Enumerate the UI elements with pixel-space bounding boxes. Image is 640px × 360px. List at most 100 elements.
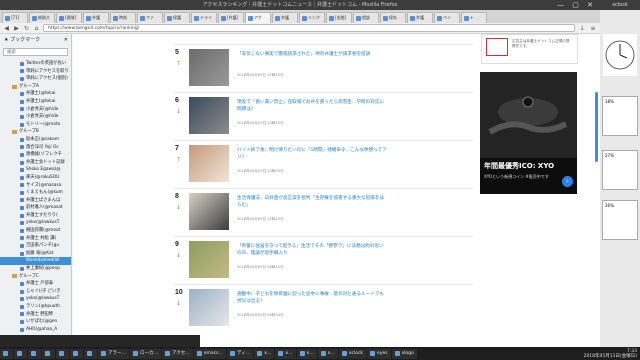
ranking-item[interactable]: 9 ↓ 「県警に住居を守って起きる」生活でその「野原ラ」に法務は約の思いの声、理論が… bbox=[173, 236, 473, 284]
article-title-link[interactable]: 通勤中、子どもを保育園に迎った途中に事故…意の対と通るルートでも労災は出る? bbox=[237, 291, 387, 305]
taskbar-button[interactable]: x… bbox=[317, 348, 338, 359]
bookmark-item[interactable]: 唐橋綾(ゾフレクチ bbox=[0, 151, 71, 159]
menu-icon[interactable]: ≡ bbox=[589, 25, 597, 32]
bookmark-item[interactable]: サイズ(@masasa bbox=[0, 182, 71, 190]
bookmark-item[interactable]: 小倉秀夫(@hide bbox=[0, 113, 71, 121]
back-icon[interactable]: ◀ bbox=[3, 25, 10, 32]
browser-tab[interactable]: 弁護 bbox=[83, 12, 109, 23]
sidebar-close-icon[interactable]: ✕ bbox=[64, 34, 68, 46]
bookmark-item[interactable]: Washdashed(W bbox=[0, 257, 71, 266]
bookmark-item[interactable]: 単純にアクセスを取り bbox=[0, 68, 71, 76]
bookmark-item[interactable]: じゃぐ(/子 どいき bbox=[0, 288, 71, 296]
bookmark-item[interactable]: 桐田弥壽(@moot bbox=[0, 227, 71, 235]
bookmark-item[interactable]: yoko(@lawkusT bbox=[0, 219, 71, 227]
browser-tab[interactable]: 保存 bbox=[380, 12, 406, 23]
taskbar-button[interactable]: アクセ… bbox=[162, 348, 193, 359]
taskbar-button[interactable] bbox=[84, 348, 97, 359]
article-thumbnail[interactable] bbox=[189, 289, 229, 326]
browser-tab[interactable]: 弁護 bbox=[407, 12, 433, 23]
browser-tab[interactable]: リンク bbox=[299, 12, 325, 23]
taskbar-button[interactable]: ローカ… bbox=[130, 348, 161, 359]
ranking-item[interactable]: 8 ↓ 生活保護法、日弁連が反正案を批判「生存権を侵害する重大な危険をはらむ」 201… bbox=[173, 188, 473, 236]
bookmark-folder[interactable]: グループA bbox=[0, 83, 71, 91]
taskbar-button[interactable]: xclock bbox=[338, 348, 367, 359]
page-scrollbar[interactable] bbox=[595, 92, 598, 162]
browser-tab[interactable]: 弁護 bbox=[272, 12, 298, 23]
browser-tab[interactable]: 総務大 bbox=[29, 12, 55, 23]
article-title-link[interactable]: 「非伝しない事実で懲戒請求された」神奈弁護士が請求者を提訴 bbox=[237, 51, 387, 58]
article-title-link[interactable]: バイト終了後、明け帰りたいのに「1時間」待機命令…こんな休憩ってアリ? bbox=[237, 147, 387, 161]
ranking-item[interactable]: 7 ↑ バイト終了後、明け帰りたいのに「1時間」待機命令…こんな休憩ってアリ? 201… bbox=[173, 140, 473, 188]
article-thumbnail[interactable] bbox=[189, 193, 229, 230]
browser-tab[interactable]: [保険] bbox=[56, 12, 82, 23]
bookmark-item[interactable]: Shoko Egawa(@ bbox=[0, 166, 71, 174]
bookmark-item[interactable]: 落合洋司 Yoji Oc bbox=[0, 144, 71, 152]
bookmark-item[interactable]: モトリー(@moto bbox=[0, 121, 71, 129]
browser-tab[interactable]: アク bbox=[245, 12, 271, 23]
bookmark-item[interactable]: 弁護士すだりり( bbox=[0, 212, 71, 220]
taskbar-button[interactable] bbox=[42, 348, 55, 359]
browser-tab[interactable]: ベン bbox=[434, 12, 460, 23]
bookmark-item[interactable]: 弁護士 野田隼 bbox=[0, 311, 71, 319]
browser-tab[interactable]: + bbox=[461, 12, 487, 23]
taskbar-button[interactable]: xlogo bbox=[391, 348, 417, 359]
bookmark-item[interactable]: 弁護士会ドット記録 bbox=[0, 159, 71, 167]
home-icon[interactable]: ⌂ bbox=[33, 25, 40, 32]
taskbar-button[interactable] bbox=[56, 348, 69, 359]
taskbar-button[interactable]: x… bbox=[254, 348, 275, 359]
ad-go-button[interactable]: › bbox=[562, 176, 573, 187]
url-bar[interactable]: https://www.bengo4.com/topics/ranking/ bbox=[43, 24, 575, 32]
forward-icon[interactable]: ▶ bbox=[13, 25, 20, 32]
bookmark-item[interactable]: いがぱむ(@gen bbox=[0, 318, 71, 326]
taskbar-button[interactable]: x… bbox=[275, 348, 296, 359]
bookmark-item[interactable]: 弁護士(@tokai bbox=[0, 90, 71, 98]
browser-tab[interactable]: 相談 bbox=[353, 12, 379, 23]
bookmark-item[interactable]: yoko(@lawkusT bbox=[0, 295, 71, 303]
ad-banner-top[interactable]: 広告主は弁護士ドットコム正規の提携先です。 bbox=[481, 34, 578, 64]
bookmark-item[interactable]: 小倉秀夫(@hide bbox=[0, 106, 71, 114]
ranking-item[interactable]: 10 ↓ 通勤中、子どもを保育園に迎った途中に事故…意の対と通るルートでも労災は出る… bbox=[173, 284, 473, 332]
bookmark-item[interactable]: 坂本正(@sakam bbox=[0, 136, 71, 144]
bookmark-search-input[interactable]: 検索 bbox=[3, 48, 68, 56]
bookmark-item[interactable]: 弁護士 村松 謙( bbox=[0, 235, 71, 243]
bookmark-item[interactable]: ラリン(@kpuuth bbox=[0, 303, 71, 311]
article-thumbnail[interactable] bbox=[189, 97, 229, 134]
browser-tab[interactable]: [弁護] bbox=[218, 12, 244, 23]
taskbar-button[interactable]: ディ… bbox=[227, 348, 254, 359]
taskbar-clock[interactable]: 7:33 2018年05月11日(金曜日) bbox=[584, 349, 640, 359]
taskbar-button[interactable]: emacs… bbox=[193, 348, 227, 359]
window-controls[interactable]: — ▢ ✕ bbox=[557, 0, 596, 10]
browser-tab[interactable]: [71] bbox=[2, 12, 28, 23]
reload-icon[interactable]: ↻ bbox=[23, 25, 30, 32]
browser-tab[interactable]: [金融] bbox=[326, 12, 352, 23]
taskbar-button[interactable]: アラー… bbox=[98, 348, 129, 359]
browser-tab[interactable]: ファ bbox=[137, 12, 163, 23]
taskbar-button[interactable] bbox=[14, 348, 27, 359]
bookmark-item[interactable]: 井上康紀(@penp bbox=[0, 265, 71, 273]
article-thumbnail[interactable] bbox=[189, 49, 229, 86]
bookmark-item[interactable]: 加藤 竜(@Kat bbox=[0, 250, 71, 258]
bookmark-item[interactable]: 吉田家パンチ(gu bbox=[0, 242, 71, 250]
bookmark-item[interactable]: 弁護士(@tokai bbox=[0, 98, 71, 106]
bookmark-folder[interactable]: グループB bbox=[0, 128, 71, 136]
taskbar-button[interactable]: eyes bbox=[367, 348, 391, 359]
taskbar-button[interactable] bbox=[70, 348, 83, 359]
browser-tab[interactable]: ドライ bbox=[191, 12, 217, 23]
bookmark-item[interactable]: Twitterの英語が長い bbox=[0, 60, 71, 68]
bookmark-item[interactable]: 弁護士ぱさまんほ bbox=[0, 197, 71, 205]
browser-tab[interactable]: 時刻 bbox=[110, 12, 136, 23]
taskbar-button[interactable] bbox=[28, 348, 41, 359]
browser-tab[interactable]: 保護 bbox=[164, 12, 190, 23]
bookmark-item[interactable]: くまえもん(@kum bbox=[0, 189, 71, 197]
download-icon[interactable]: ↓ bbox=[578, 25, 586, 32]
ad-banner-xyo[interactable]: 年間最優秀ICO: XYO XYOという新規コイン #販売中です › bbox=[480, 72, 577, 194]
ranking-item[interactable]: 6 ↓ 現役で「買い責い禁止」在取場でお弁を買ったら高雪生…学校の対応に問題は? 20… bbox=[173, 92, 473, 140]
ranking-item[interactable]: 5 ↑ 「非伝しない事実で懲戒請求された」神奈弁護士が請求者を提訴 2018年05月0… bbox=[173, 44, 473, 92]
bookmark-item[interactable]: 前村雅人(@masat bbox=[0, 204, 71, 212]
bookmark-item[interactable]: 弁護士 戸部泰 bbox=[0, 280, 71, 288]
article-title-link[interactable]: 現役で「買い責い禁止」在取場でお弁を買ったら高雪生…学校の対応に問題は? bbox=[237, 99, 387, 113]
article-title-link[interactable]: 生活保護法、日弁連が反正案を批判「生存権を侵害する重大な危険をはらむ」 bbox=[237, 195, 387, 209]
article-thumbnail[interactable] bbox=[189, 145, 229, 182]
bookmark-item[interactable]: 楽天(@rakuSOU bbox=[0, 174, 71, 182]
article-title-link[interactable]: 「県警に住居を守って起きる」生活でその「野原ラ」に法務は約の思いの声、理論が足手… bbox=[237, 243, 387, 257]
